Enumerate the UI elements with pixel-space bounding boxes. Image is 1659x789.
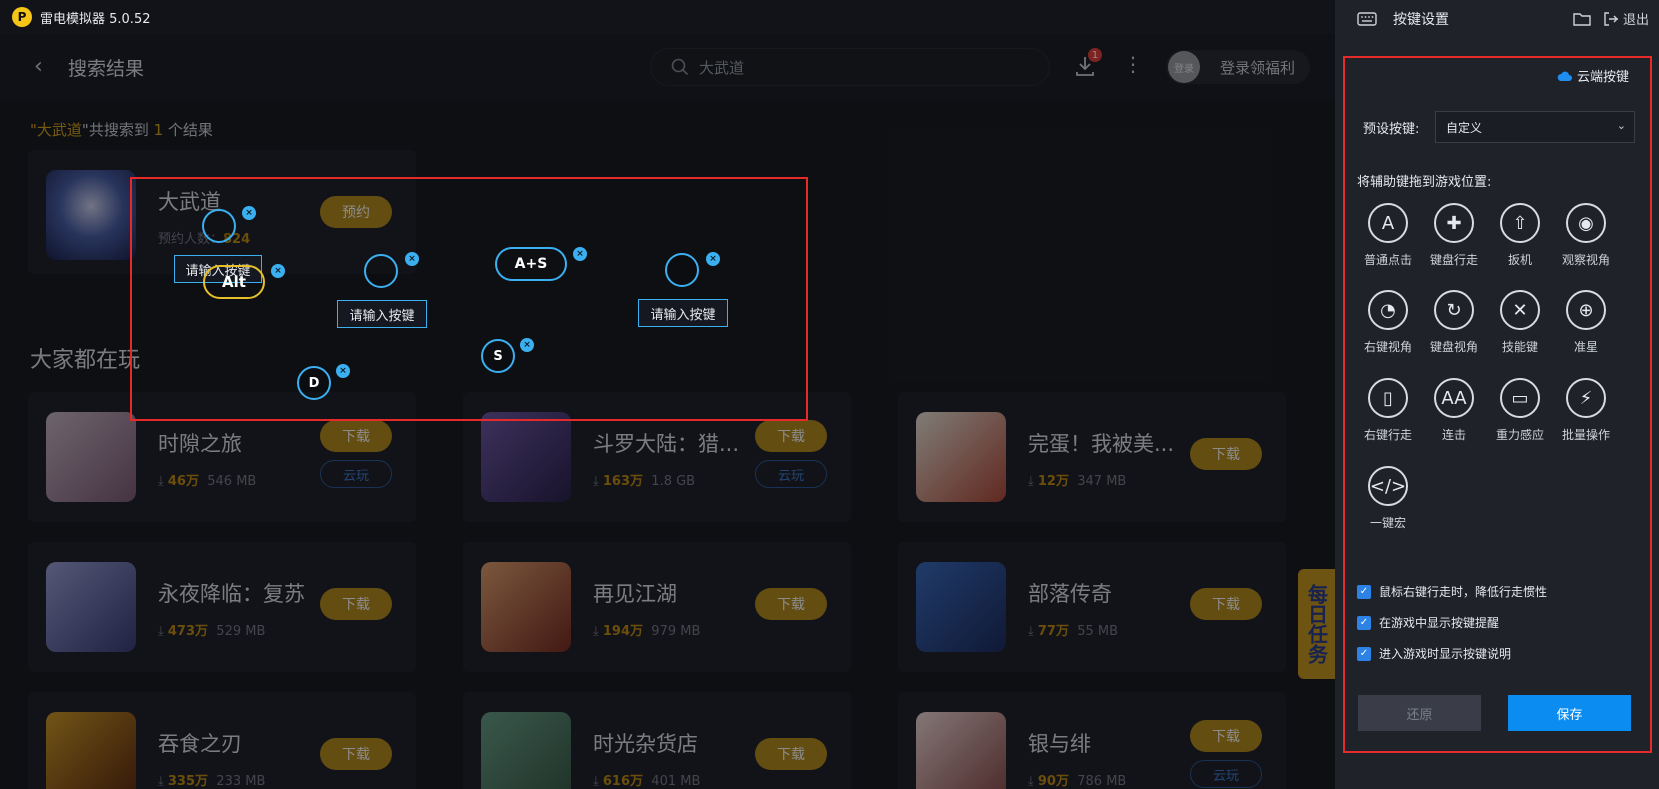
tool-mouse-view[interactable]: ◔ 右键视角 <box>1352 290 1424 355</box>
key-alt[interactable]: Alt <box>203 265 265 299</box>
drag-hint: 将辅助键拖到游戏位置: <box>1357 175 1492 190</box>
exit-icon <box>1604 11 1618 26</box>
save-button[interactable]: 保存 <box>1508 695 1631 731</box>
mouse-icon: ▯ <box>1368 378 1408 418</box>
app-title: 雷电模拟器 5.0.52 <box>40 11 151 27</box>
tool-crosshair[interactable]: ⊕ 准星 <box>1550 290 1622 355</box>
trigger-icon: ⇧ <box>1500 203 1540 243</box>
tool-tap-a[interactable]: A 普通点击 <box>1352 203 1424 268</box>
tool-label: 右键行走 <box>1363 428 1412 442</box>
tool-label: 技能键 <box>1501 340 1538 354</box>
tool-rotate[interactable]: ↻ 键盘视角 <box>1418 290 1490 355</box>
restore-button[interactable]: 还原 <box>1358 695 1481 731</box>
key-circle-empty[interactable] <box>202 209 236 243</box>
tool-label: 观察视角 <box>1561 253 1610 267</box>
key-input-field[interactable]: 请输入按键 <box>337 300 427 328</box>
cloud-keys-button[interactable]: 云端按键 <box>1557 66 1629 85</box>
key-remove-icon[interactable]: × <box>242 206 256 220</box>
key-remove-icon[interactable]: × <box>405 252 419 266</box>
key-remove-icon[interactable]: × <box>520 338 534 352</box>
key-remove-icon[interactable]: × <box>336 364 350 378</box>
key-remove-icon[interactable]: × <box>706 252 720 266</box>
key-circle-empty[interactable] <box>364 254 398 288</box>
exit-button[interactable]: 退出 <box>1603 9 1649 28</box>
chevron-down-icon: ⌄ <box>1616 119 1626 132</box>
tool-combo[interactable]: AA 连击 <box>1418 378 1490 443</box>
key-settings-panel: 按键设置 退出 云端按键 预设按键: 自定义 ⌄ 将辅助键拖到游戏位置: A 普通… <box>1335 0 1659 789</box>
eye-icon: ◉ <box>1566 203 1606 243</box>
folder-icon[interactable] <box>1573 11 1591 27</box>
tool-label: 键盘视角 <box>1429 340 1478 354</box>
tool-label: 批量操作 <box>1561 428 1610 442</box>
option-checkbox-row[interactable]: ✓ 进入游戏时显示按键说明 <box>1357 645 1511 662</box>
option-checkbox-row[interactable]: ✓ 在游戏中显示按键提醒 <box>1357 614 1499 631</box>
tap-a-icon: A <box>1368 203 1408 243</box>
tool-label: 重力感应 <box>1495 428 1544 442</box>
key-remove-icon[interactable]: × <box>271 264 285 278</box>
title-bar: P 雷电模拟器 5.0.52 <box>0 0 1335 34</box>
tool-swords[interactable]: ✕ 技能键 <box>1484 290 1556 355</box>
key-circle-empty[interactable] <box>665 253 699 287</box>
key-d[interactable]: D <box>297 366 331 400</box>
key-combo[interactable]: A+S <box>495 247 567 281</box>
cloud-keys-label: 云端按键 <box>1577 70 1630 85</box>
tool-bolt[interactable]: ⚡ 批量操作 <box>1550 378 1622 443</box>
mouse-view-icon: ◔ <box>1368 290 1408 330</box>
key-remove-icon[interactable]: × <box>573 247 587 261</box>
checkbox-label: 在游戏中显示按键提醒 <box>1379 616 1500 630</box>
preset-select[interactable]: 自定义 ⌄ <box>1435 111 1635 143</box>
option-checkbox-row[interactable]: ✓ 鼠标右键行走时，降低行走惯性 <box>1357 583 1547 600</box>
preset-value: 自定义 <box>1446 120 1483 135</box>
phone-tilt-icon: ▭ <box>1500 378 1540 418</box>
panel-title: 按键设置 <box>1393 12 1449 28</box>
dpad-icon: ✚ <box>1434 203 1474 243</box>
cloud-icon <box>1557 71 1572 81</box>
checkbox-checked-icon[interactable]: ✓ <box>1357 646 1371 661</box>
tool-dpad[interactable]: ✚ 键盘行走 <box>1418 203 1490 268</box>
tool-mouse[interactable]: ▯ 右键行走 <box>1352 378 1424 443</box>
macro-icon: </> <box>1368 466 1408 506</box>
checkbox-label: 进入游戏时显示按键说明 <box>1379 647 1512 661</box>
key-s[interactable]: S <box>481 339 515 373</box>
tool-eye[interactable]: ◉ 观察视角 <box>1550 203 1622 268</box>
rotate-icon: ↻ <box>1434 290 1474 330</box>
combo-icon: AA <box>1434 378 1474 418</box>
tool-macro[interactable]: </> 一键宏 <box>1352 466 1424 531</box>
checkbox-checked-icon[interactable]: ✓ <box>1357 584 1371 599</box>
checkbox-label: 鼠标右键行走时，降低行走惯性 <box>1379 585 1548 599</box>
tool-label: 一键宏 <box>1369 516 1406 530</box>
tool-label: 准星 <box>1573 340 1598 354</box>
crosshair-icon: ⊕ <box>1566 290 1606 330</box>
tool-trigger[interactable]: ⇧ 扳机 <box>1484 203 1556 268</box>
tool-label: 键盘行走 <box>1429 253 1478 267</box>
app-logo-icon: P <box>12 7 32 27</box>
tool-label: 右键视角 <box>1363 340 1412 354</box>
tool-label: 普通点击 <box>1363 253 1412 267</box>
tool-label: 扳机 <box>1507 253 1532 267</box>
exit-label: 退出 <box>1622 13 1649 28</box>
key-input-field[interactable]: 请输入按键 <box>638 299 728 327</box>
keyboard-icon <box>1357 12 1377 26</box>
tool-phone-tilt[interactable]: ▭ 重力感应 <box>1484 378 1556 443</box>
bolt-icon: ⚡ <box>1566 378 1606 418</box>
tool-label: 连击 <box>1441 428 1466 442</box>
swords-icon: ✕ <box>1500 290 1540 330</box>
panel-header: 按键设置 退出 <box>1335 0 1659 38</box>
preset-label: 预设按键: <box>1363 122 1420 137</box>
checkbox-checked-icon[interactable]: ✓ <box>1357 615 1371 630</box>
